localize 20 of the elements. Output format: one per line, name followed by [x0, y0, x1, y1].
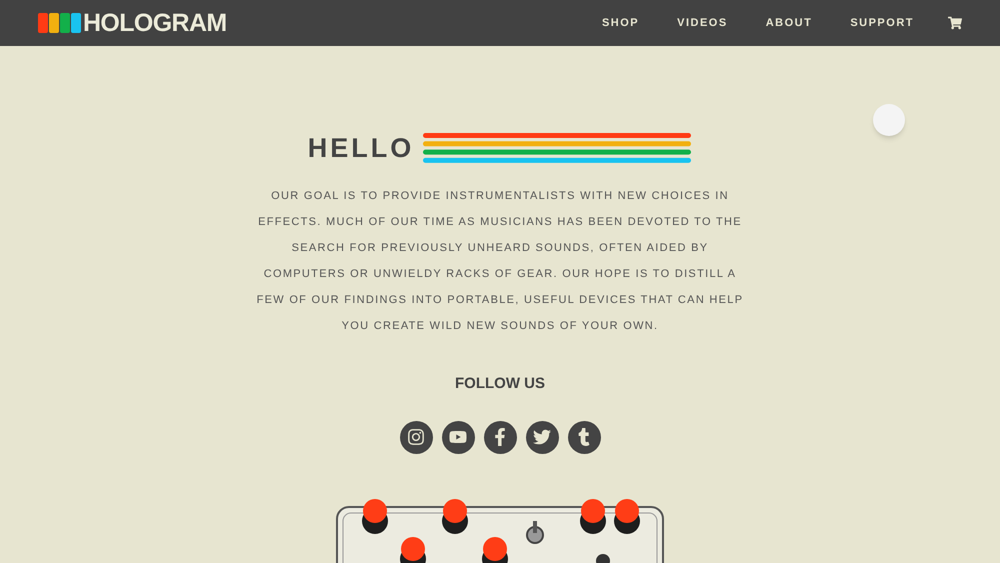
rainbow-stripes-icon — [422, 132, 692, 164]
logo[interactable]: HOLOGRAM — [38, 10, 227, 36]
instagram-link[interactable] — [400, 420, 432, 454]
logo-stripes-icon — [38, 13, 82, 33]
follow-heading: FOLLOW US — [455, 374, 545, 394]
nav-link[interactable]: VIDEOS — [677, 14, 728, 32]
nav-link[interactable]: SUPPORT — [850, 14, 914, 32]
intro-paragraph: OUR GOAL IS TO PROVIDE INSTRUMENTALISTS WITH NEW CHOICES IN EFFECTS. MUCH OF OUR TIME AS MUSICIANS HAS BEEN DEVOTED TO THE SEARCH FOR PREVIOUSLY UNHEARD SOUNDS, OFTEN AIDED BY COMPUTERS OR UNWIELDY RACKS OF GEAR. OUR HOPE IS TO DISTILL A FEW OF OUR FINDINGS INTO PORTABLE, USEFUL DEVICES THAT CAN HELP YOU CREATE WILD NEW SOUNDS OF YOUR OWN. — [256, 189, 744, 334]
tumblr-link[interactable] — [568, 420, 600, 454]
hello-heading: HELLO — [308, 134, 414, 162]
twitter-link[interactable] — [526, 420, 558, 454]
nav-link[interactable]: ABOUT — [766, 14, 812, 32]
nav-link[interactable]: SHOP — [602, 14, 640, 32]
instagram-icon — [407, 428, 425, 446]
facebook-link[interactable] — [484, 420, 516, 454]
twitter-icon — [533, 428, 551, 446]
logo-text: HOLOGRAM — [83, 10, 227, 36]
youtube-link[interactable] — [442, 420, 474, 454]
cart-icon[interactable] — [948, 16, 962, 30]
youtube-icon — [449, 428, 467, 446]
